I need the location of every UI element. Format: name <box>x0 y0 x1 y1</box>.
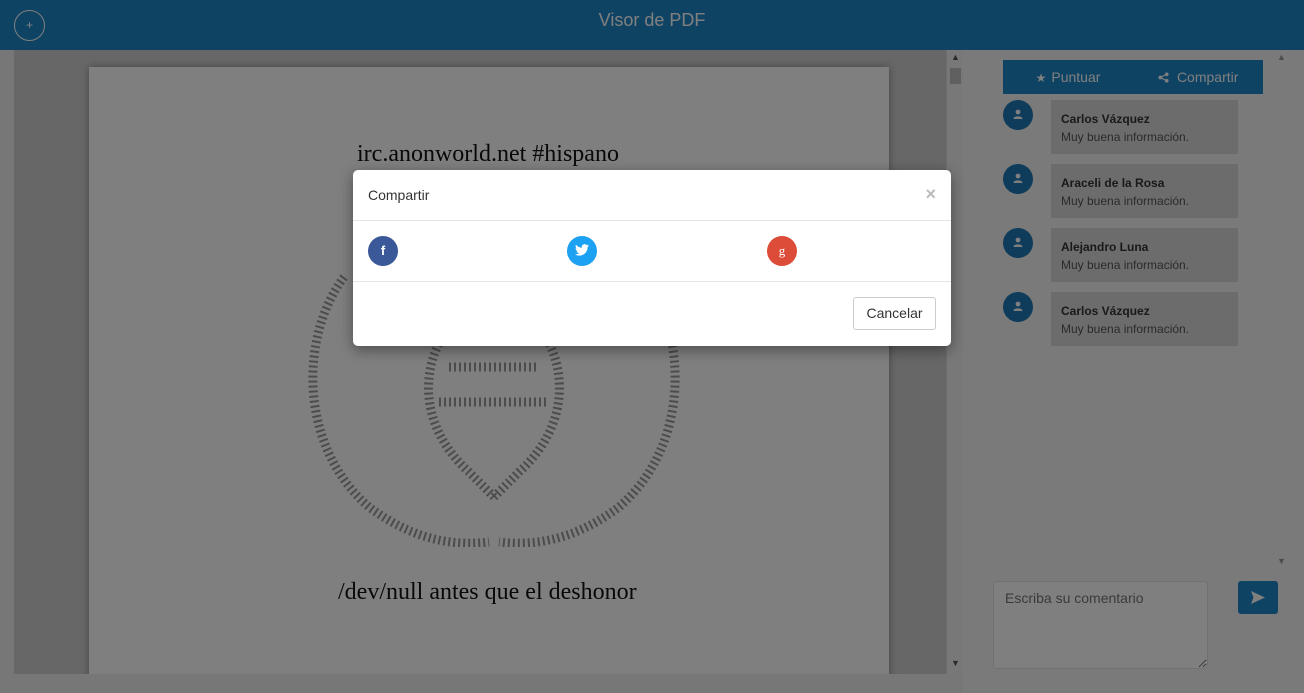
modal-footer: Cancelar <box>353 282 951 346</box>
modal-body: f g <box>353 221 951 282</box>
modal-header: Compartir × <box>353 170 951 221</box>
facebook-icon[interactable]: f <box>368 236 398 266</box>
twitter-icon[interactable] <box>567 236 597 266</box>
share-modal: Compartir × f g Cancelar <box>353 170 951 346</box>
close-icon[interactable]: × <box>925 184 936 205</box>
google-plus-icon[interactable]: g <box>767 236 797 266</box>
modal-title: Compartir <box>368 187 430 203</box>
modal-backdrop[interactable] <box>0 0 1304 693</box>
cancel-button[interactable]: Cancelar <box>853 297 936 330</box>
